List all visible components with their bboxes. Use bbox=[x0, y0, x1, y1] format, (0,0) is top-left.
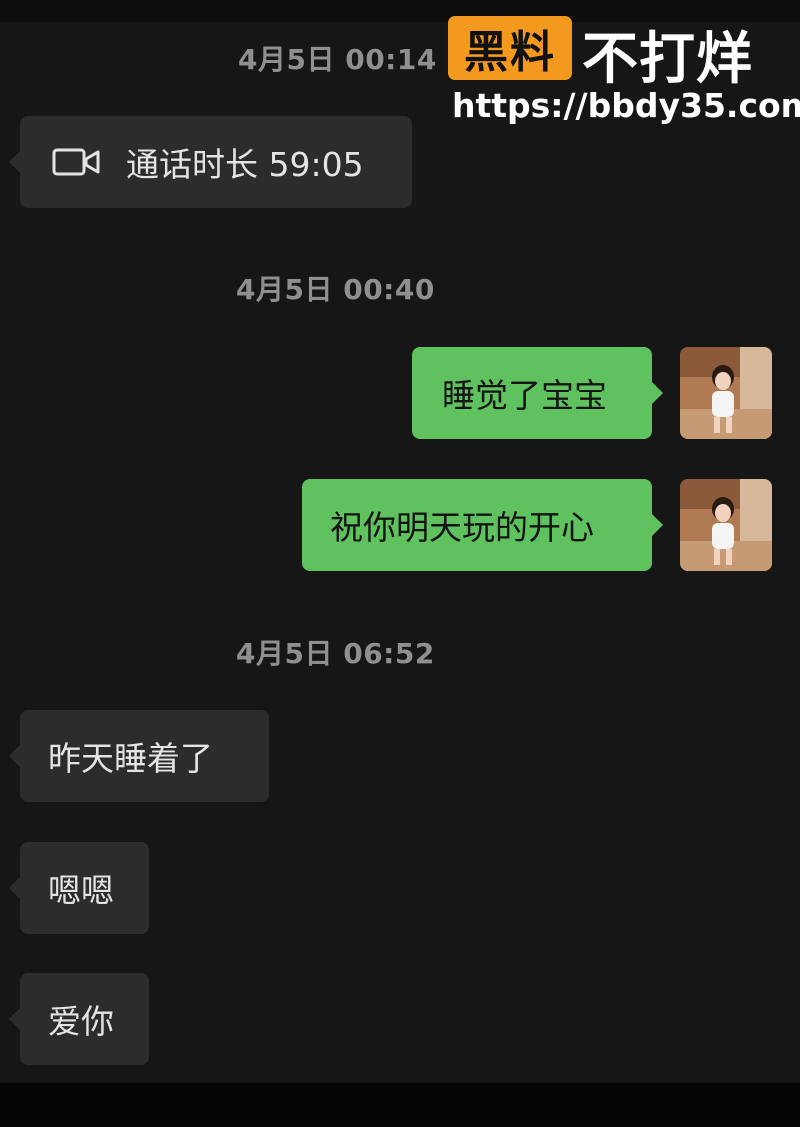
message-text: 昨天睡着了 bbox=[48, 739, 213, 778]
user-avatar[interactable] bbox=[680, 347, 772, 439]
avatar-image bbox=[680, 347, 772, 439]
watermark-title: 不打烊 bbox=[582, 27, 753, 92]
timestamp: 4月5日 06:52 bbox=[236, 637, 435, 670]
call-record-bubble[interactable]: 通话时长 59:05 bbox=[9, 116, 412, 208]
user-avatar[interactable] bbox=[680, 479, 772, 571]
watermark-badge: 黑料 bbox=[448, 16, 572, 80]
avatar-image bbox=[680, 479, 772, 571]
message-bubble-incoming[interactable]: 爱你 bbox=[9, 973, 149, 1065]
bottom-bar bbox=[0, 1083, 800, 1127]
call-duration-text: 通话时长 59:05 bbox=[126, 145, 364, 184]
watermark-url: https://bbdy35.com bbox=[452, 86, 800, 125]
message-bubble-outgoing[interactable]: 睡觉了宝宝 bbox=[412, 347, 663, 439]
message-text: 睡觉了宝宝 bbox=[442, 376, 607, 415]
message-text: 祝你明天玩的开心 bbox=[330, 508, 594, 547]
timestamp: 4月5日 00:14 bbox=[238, 43, 437, 76]
message-bubble-incoming[interactable]: 嗯嗯 bbox=[9, 842, 149, 934]
message-text: 嗯嗯 bbox=[48, 871, 114, 910]
timestamp: 4月5日 00:40 bbox=[236, 273, 435, 306]
watermark-badge-text: 黑料 bbox=[464, 27, 556, 78]
message-bubble-outgoing[interactable]: 祝你明天玩的开心 bbox=[302, 479, 663, 571]
message-bubble-incoming[interactable]: 昨天睡着了 bbox=[9, 710, 269, 802]
video-call-icon bbox=[52, 148, 100, 176]
message-text: 爱你 bbox=[48, 1002, 114, 1041]
